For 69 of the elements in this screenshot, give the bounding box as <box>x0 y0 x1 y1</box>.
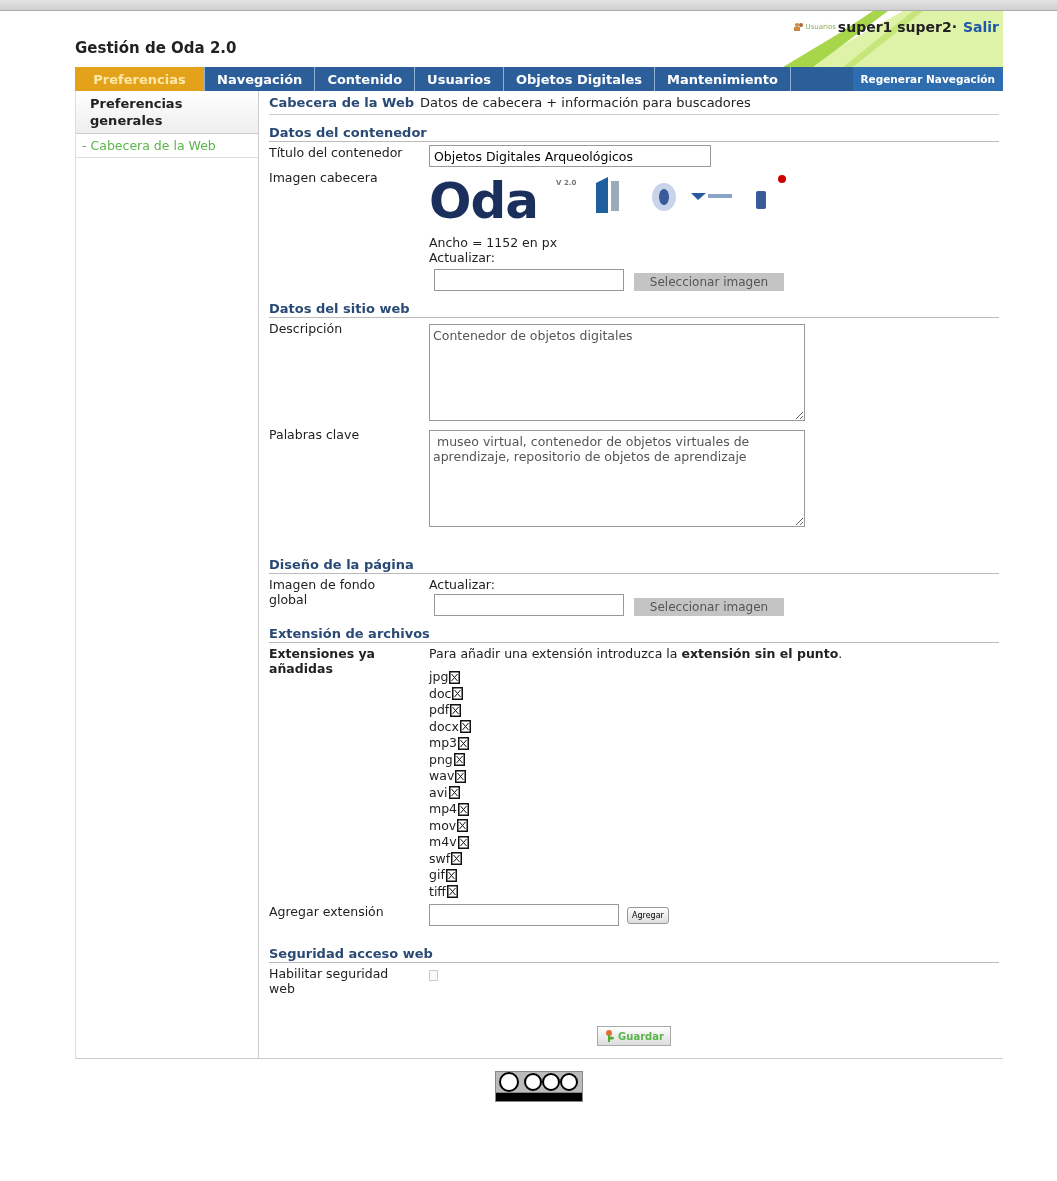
section-heading: Datos del sitio web <box>269 301 999 318</box>
select-image-button[interactable]: Seleccionar imagen <box>634 598 784 616</box>
delete-icon[interactable] <box>455 769 467 783</box>
field-label: Palabras clave <box>269 427 361 444</box>
field-label: Imagen de fondo global <box>269 577 377 609</box>
image-field[interactable] <box>434 269 624 291</box>
nav-tab[interactable]: Usuarios <box>415 67 504 91</box>
checkbox[interactable] <box>429 970 438 981</box>
extension-name: mp4 <box>429 801 458 818</box>
delete-icon[interactable] <box>457 835 469 849</box>
nav-tab[interactable]: Mantenimiento <box>655 67 791 91</box>
description-field[interactable]: Contenedor de objetos digitales <box>429 324 805 421</box>
extension-name: tiff <box>429 883 446 900</box>
user-names: super1 super2· <box>837 19 957 35</box>
field-label: Imagen cabecera <box>269 170 379 187</box>
extension-name: wav <box>429 768 455 785</box>
page-title: Cabecera de la Web <box>269 95 415 110</box>
delete-icon[interactable] <box>448 786 460 800</box>
nav-tab[interactable]: Objetos Digitales <box>503 67 655 91</box>
delete-icon[interactable] <box>449 670 461 684</box>
license-badge-icon <box>495 1071 583 1102</box>
extension-field[interactable] <box>429 904 619 926</box>
delete-icon[interactable] <box>450 703 462 717</box>
field-label: Descripción <box>269 321 344 338</box>
extension-name: avi <box>429 784 448 801</box>
field-label: Extensiones ya añadidas <box>269 646 377 678</box>
extension-name: m4v <box>429 834 457 851</box>
extension-name: doc <box>429 685 452 702</box>
logout-link[interactable]: Salir <box>962 19 999 35</box>
extension-name: gif <box>429 867 445 884</box>
field-label: Título del contenedor <box>269 145 404 162</box>
page-subtitle: Datos de cabecera + información para buscadores <box>420 95 751 110</box>
delete-icon[interactable] <box>458 736 470 750</box>
delete-icon[interactable] <box>445 868 457 882</box>
keywords-field[interactable]: museo virtual, contenedor de objetos virtuales de aprendizaje, repositorio de objetos de aprendizaje <box>429 430 805 527</box>
extension-name: swf <box>429 850 451 867</box>
image-field[interactable] <box>434 594 624 616</box>
select-image-button[interactable]: Seleccionar imagen <box>634 273 784 291</box>
extension-hint: Para añadir una extensión introduzca la extensión sin el punto. <box>429 646 844 661</box>
delete-icon[interactable] <box>457 819 469 833</box>
extension-name: mp3 <box>429 735 458 752</box>
add-button[interactable]: Agregar <box>627 906 669 924</box>
extension-name: pdf <box>429 702 450 719</box>
extension-name: png <box>429 751 453 768</box>
extension-name: docx <box>429 718 459 735</box>
section-heading: Seguridad acceso web <box>269 946 999 963</box>
extension-name: mov <box>429 817 457 834</box>
width-note: Ancho = 1152 en px <box>429 235 559 250</box>
regenerate-button[interactable]: Regenerar Navegación <box>852 67 1003 91</box>
delete-icon[interactable] <box>452 687 464 701</box>
section-heading: Diseño de la página <box>269 557 999 574</box>
update-label: Actualizar: <box>429 577 496 592</box>
field-label: Agregar extensión <box>269 904 385 921</box>
delete-icon[interactable] <box>453 753 465 767</box>
section-heading: Extensión de archivos <box>269 626 999 643</box>
delete-icon[interactable] <box>447 885 458 899</box>
logo-text: Oda <box>429 173 539 229</box>
delete-icon[interactable] <box>451 852 463 866</box>
delete-icon[interactable] <box>458 802 470 816</box>
title-field[interactable]: Objetos Digitales Arqueológicos <box>429 145 711 167</box>
extension-name: jpg <box>429 669 449 686</box>
section-heading: Datos del contenedor <box>269 125 999 142</box>
plant-icon <box>604 1030 615 1042</box>
users-icon <box>793 23 804 31</box>
delete-icon[interactable] <box>459 720 471 734</box>
app-title: Gestión de Oda 2.0 <box>75 39 237 59</box>
update-label: Actualizar: <box>429 250 496 265</box>
nav-tab[interactable]: Contenido <box>315 67 416 91</box>
field-label: Habilitar seguridad web <box>269 966 390 996</box>
